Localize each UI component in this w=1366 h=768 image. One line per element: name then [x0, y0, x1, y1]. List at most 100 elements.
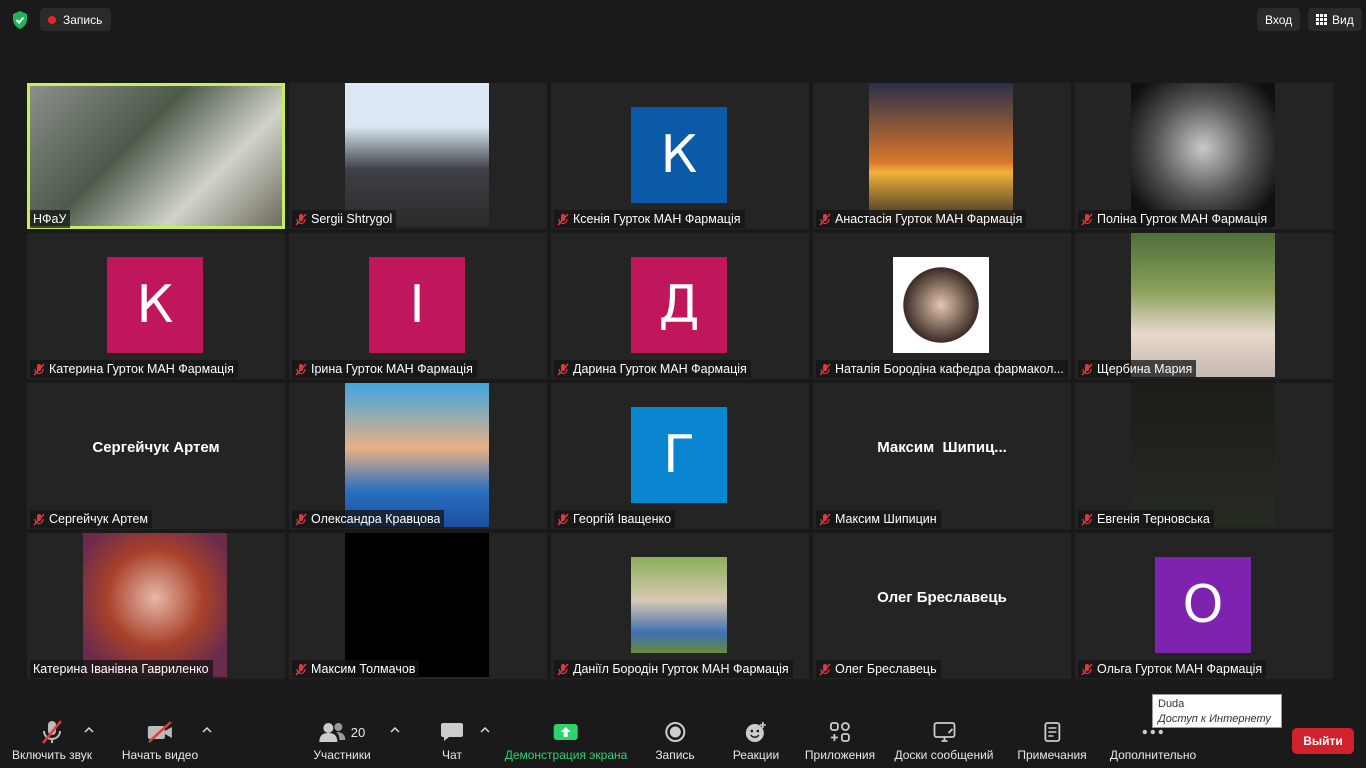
participant-tile[interactable]: Д Дарина Гурток МАН Фармація — [551, 233, 809, 379]
participant-tile[interactable]: Даніїл Бородін Гурток МАН Фармація — [551, 533, 809, 679]
participant-nameplate: Щербина Мария — [1078, 360, 1197, 378]
participant-video — [893, 257, 989, 353]
participant-tile[interactable]: Евгенія Терновська — [1075, 383, 1333, 529]
participant-name: Катерина Іванівна Гавриленко — [33, 662, 209, 676]
muted-mic-icon — [557, 662, 569, 676]
participant-nameplate: Даніїл Бородін Гурток МАН Фармація — [554, 660, 793, 678]
recording-dot-icon — [48, 15, 56, 24]
participants-button[interactable]: 20 Участники — [313, 718, 371, 764]
muted-mic-icon — [1081, 512, 1093, 526]
participant-video — [1131, 83, 1275, 227]
participant-video — [345, 533, 489, 677]
participant-nameplate: НФаУ — [30, 210, 71, 228]
video-options-chevron-icon[interactable] — [202, 726, 212, 734]
camera-off-icon — [148, 721, 172, 743]
participant-tile[interactable]: НФаУ — [27, 83, 285, 229]
participant-name: Ірина Гурток МАН Фармація — [311, 362, 473, 376]
participant-video — [1131, 233, 1275, 377]
participant-nameplate: Олег Бреславець — [816, 660, 941, 678]
apps-button[interactable]: Приложения — [805, 718, 875, 764]
muted-mic-icon — [819, 662, 831, 676]
participant-name: Ксенія Гурток МАН Фармація — [573, 212, 741, 226]
participant-video — [1131, 383, 1275, 527]
unmute-button[interactable]: Включить звук — [12, 718, 92, 764]
apps-label: Приложения — [804, 748, 876, 762]
start-video-button[interactable]: Начать видео — [122, 718, 198, 764]
participants-count: 20 — [350, 724, 366, 740]
participant-tile[interactable]: Сергейчук Артем Сергейчук Артем — [27, 383, 285, 529]
participants-chevron-icon[interactable] — [390, 726, 400, 734]
notes-button[interactable]: Примечания — [1017, 718, 1087, 764]
participant-tile[interactable]: Sergii Shtrygol — [289, 83, 547, 229]
participant-tile[interactable]: Анастасія Гурток МАН Фармація — [813, 83, 1071, 229]
muted-mic-icon — [1081, 362, 1093, 376]
participant-nameplate: Sergii Shtrygol — [292, 210, 397, 228]
participant-nameplate: Ксенія Гурток МАН Фармація — [554, 210, 745, 228]
reactions-button[interactable]: Реакции — [733, 718, 779, 764]
participant-name: Наталія Бородіна кафедра фармакол... — [835, 362, 1064, 376]
participant-nameplate: Наталія Бородіна кафедра фармакол... — [816, 360, 1068, 378]
enter-button[interactable]: Вход — [1257, 8, 1301, 31]
chat-button[interactable]: Чат — [440, 718, 464, 764]
muted-mic-icon — [557, 362, 569, 376]
participant-nameplate: Анастасія Гурток МАН Фармація — [816, 210, 1027, 228]
participant-display-name: Максим Шипиц... — [877, 438, 1007, 456]
leave-label: Выйти — [1303, 734, 1343, 748]
chat-label: Чат — [442, 748, 462, 762]
participant-avatar: О — [1155, 557, 1251, 653]
participant-nameplate: Евгенія Терновська — [1078, 510, 1214, 528]
record-icon — [665, 722, 685, 742]
whiteboards-button[interactable]: Доски сообщений — [894, 718, 994, 764]
participant-tile[interactable]: О Ольга Гурток МАН Фармація — [1075, 533, 1333, 679]
recording-label: Запись — [63, 12, 103, 27]
muted-mic-icon — [295, 362, 307, 376]
participant-nameplate: Ірина Гурток МАН Фармація — [292, 360, 477, 378]
participant-name: НФаУ — [33, 212, 67, 226]
more-label: Дополнительно — [1109, 748, 1197, 762]
participant-tile[interactable]: К Катерина Гурток МАН Фармація — [27, 233, 285, 379]
chat-icon — [441, 723, 463, 741]
muted-mic-icon — [819, 362, 831, 376]
participant-nameplate: Поліна Гурток МАН Фармація — [1078, 210, 1272, 228]
start-video-label: Начать видео — [121, 748, 199, 762]
participant-tile[interactable]: Щербина Мария — [1075, 233, 1333, 379]
microphone-muted-icon — [42, 720, 62, 744]
record-button[interactable]: Запись — [655, 718, 695, 764]
muted-mic-icon — [557, 512, 569, 526]
muted-mic-icon — [295, 662, 307, 676]
notes-label: Примечания — [1017, 748, 1087, 762]
recording-indicator[interactable]: Запись — [40, 8, 112, 31]
muted-mic-icon — [295, 212, 307, 226]
share-screen-label: Демонстрация экрана — [504, 748, 628, 762]
participant-tile[interactable]: І Ірина Гурток МАН Фармація — [289, 233, 547, 379]
participant-tile[interactable]: Олександра Кравцова — [289, 383, 547, 529]
participant-tile[interactable]: Максим Шипиц... Максим Шипицин — [813, 383, 1071, 529]
participant-tile[interactable]: Олег Бреславець Олег Бреславець — [813, 533, 1071, 679]
whiteboards-label: Доски сообщений — [894, 748, 994, 762]
share-screen-button[interactable]: Демонстрация экрана — [504, 718, 628, 764]
muted-mic-icon — [557, 212, 569, 226]
tooltip-title: Duda — [1158, 698, 1185, 710]
muted-mic-icon — [1081, 662, 1093, 676]
participant-tile[interactable]: К Ксенія Гурток МАН Фармація — [551, 83, 809, 229]
leave-button[interactable]: Выйти — [1292, 728, 1354, 754]
participant-display-name: Сергейчук Артем — [92, 438, 220, 456]
participant-video — [83, 533, 227, 677]
participant-name: Сергейчук Артем — [49, 512, 148, 526]
participant-tile[interactable]: Максим Толмачов — [289, 533, 547, 679]
unmute-label: Включить звук — [11, 748, 93, 762]
participant-video — [30, 86, 282, 226]
participant-tile[interactable]: Наталія Бородіна кафедра фармакол... — [813, 233, 1071, 379]
participant-tile[interactable]: Поліна Гурток МАН Фармація — [1075, 83, 1333, 229]
participant-nameplate: Катерина Іванівна Гавриленко — [30, 660, 213, 678]
audio-options-chevron-icon[interactable] — [84, 726, 94, 734]
participant-nameplate: Сергейчук Артем — [30, 510, 152, 528]
chat-chevron-icon[interactable] — [480, 726, 490, 734]
security-shield-icon[interactable] — [10, 10, 30, 30]
participant-name: Катерина Гурток МАН Фармація — [49, 362, 234, 376]
reactions-label: Реакции — [732, 748, 780, 762]
view-button[interactable]: Вид — [1308, 8, 1362, 31]
participant-tile[interactable]: Г Георгій Іващенко — [551, 383, 809, 529]
participant-tile[interactable]: Катерина Іванівна Гавриленко — [27, 533, 285, 679]
participant-video — [345, 83, 489, 227]
